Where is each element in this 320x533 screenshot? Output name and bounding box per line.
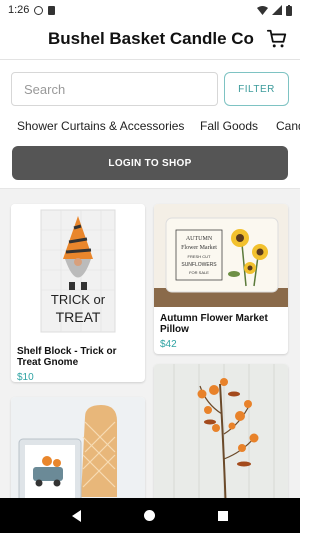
store-title: Bushel Basket Candle Co [48, 29, 254, 48]
product-card[interactable]: AUTUMN Flower Market FRESH CUT SUNFLOWER… [154, 204, 288, 354]
product-card[interactable] [154, 364, 288, 498]
back-icon[interactable] [71, 509, 81, 522]
category-fall-goods[interactable]: Fall Goods [200, 119, 258, 133]
search-placeholder: Search [24, 81, 66, 97]
product-image: TRICK or TREAT [11, 204, 145, 334]
product-art-text: AUTUMN [186, 236, 213, 242]
product-art-text: Flower Market [181, 245, 217, 251]
product-image [154, 364, 288, 498]
login-to-shop-button[interactable]: LOGIN TO SHOP [12, 146, 288, 180]
product-card[interactable] [11, 397, 145, 498]
signal-icon [272, 5, 282, 15]
category-shower-curtains[interactable]: Shower Curtains & Accessories [17, 119, 184, 133]
status-time: 1:26 [8, 4, 30, 16]
product-image: AUTUMN Flower Market FRESH CUT SUNFLOWER… [154, 204, 288, 307]
search-input[interactable]: Search [11, 72, 218, 106]
product-art-text: TRICK or [51, 292, 106, 307]
sd-card-icon [48, 5, 56, 15]
wifi-icon [257, 6, 268, 15]
system-nav-bar [0, 498, 300, 533]
product-name: Shelf Block - Trick or Treat Gnome [17, 346, 117, 368]
product-art-text: SUNFLOWERS [181, 262, 217, 268]
product-price: $42 [160, 339, 177, 350]
home-icon[interactable] [143, 510, 155, 521]
recent-apps-icon[interactable] [218, 510, 229, 521]
battery-icon [286, 4, 292, 16]
status-bar: 1:26 [0, 0, 300, 20]
cart-icon[interactable] [266, 28, 288, 50]
product-art-text: FOR SALE [189, 270, 209, 275]
category-scroller[interactable]: Shower Curtains & Accessories Fall Goods… [0, 115, 300, 137]
app-header: Bushel Basket Candle Co [0, 20, 300, 60]
product-art-text: FRESH CUT [188, 254, 211, 259]
product-card[interactable]: TRICK or TREAT Shelf Block - Trick or Tr… [11, 204, 145, 382]
product-art-text: TREAT [56, 309, 101, 325]
filter-button[interactable]: FILTER [224, 72, 289, 106]
product-name: Autumn Flower Market Pillow [160, 313, 268, 335]
sync-icon [34, 5, 44, 15]
category-candles[interactable]: Cand [276, 119, 300, 133]
product-grid[interactable]: TRICK or TREAT Shelf Block - Trick or Tr… [0, 188, 300, 498]
product-image [11, 397, 145, 498]
product-price: $10 [17, 372, 34, 382]
